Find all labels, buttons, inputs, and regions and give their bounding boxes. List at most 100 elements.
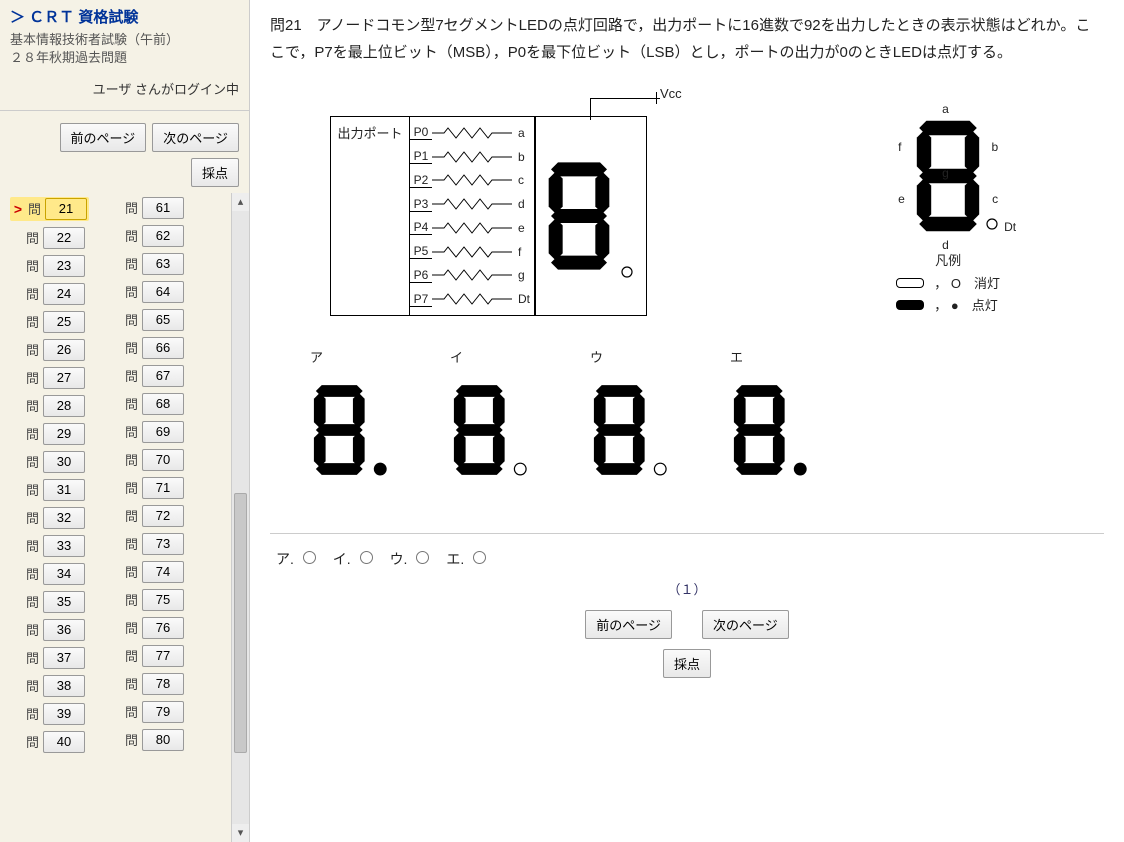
question-row-35[interactable]: 問35	[10, 591, 89, 613]
question-row-74[interactable]: 問74	[109, 561, 184, 583]
question-row-38[interactable]: 問38	[10, 675, 89, 697]
answer-radio-a[interactable]	[303, 551, 316, 564]
question-row-63[interactable]: 問63	[109, 253, 184, 275]
next-page-button-sidebar[interactable]: 次のページ	[152, 123, 239, 152]
answer-option-a[interactable]: ア.	[276, 551, 319, 567]
question-button-40[interactable]: 40	[43, 731, 85, 753]
question-row-33[interactable]: 問33	[10, 535, 89, 557]
question-row-62[interactable]: 問62	[109, 225, 184, 247]
question-button-70[interactable]: 70	[142, 449, 184, 471]
question-button-36[interactable]: 36	[43, 619, 85, 641]
dot-main	[622, 267, 632, 277]
question-button-72[interactable]: 72	[142, 505, 184, 527]
question-button-61[interactable]: 61	[142, 197, 184, 219]
question-row-39[interactable]: 問39	[10, 703, 89, 725]
question-button-78[interactable]: 78	[142, 673, 184, 695]
question-button-74[interactable]: 74	[142, 561, 184, 583]
question-button-27[interactable]: 27	[43, 367, 85, 389]
question-row-65[interactable]: 問65	[109, 309, 184, 331]
question-button-75[interactable]: 75	[142, 589, 184, 611]
question-row-31[interactable]: 問31	[10, 479, 89, 501]
question-button-31[interactable]: 31	[43, 479, 85, 501]
answer-option-u[interactable]: ウ.	[390, 551, 433, 567]
question-row-36[interactable]: 問36	[10, 619, 89, 641]
question-row-73[interactable]: 問73	[109, 533, 184, 555]
question-row-76[interactable]: 問76	[109, 617, 184, 639]
score-button-sidebar[interactable]: 採点	[191, 158, 239, 187]
question-button-65[interactable]: 65	[142, 309, 184, 331]
question-button-64[interactable]: 64	[142, 281, 184, 303]
question-button-39[interactable]: 39	[43, 703, 85, 725]
question-button-29[interactable]: 29	[43, 423, 85, 445]
prev-page-button-main[interactable]: 前のページ	[585, 610, 672, 639]
answer-option-e[interactable]: エ.	[446, 551, 489, 567]
question-button-22[interactable]: 22	[43, 227, 85, 249]
question-button-77[interactable]: 77	[142, 645, 184, 667]
question-row-40[interactable]: 問40	[10, 731, 89, 753]
question-row-72[interactable]: 問72	[109, 505, 184, 527]
question-row-22[interactable]: 問22	[10, 227, 89, 249]
question-row-77[interactable]: 問77	[109, 645, 184, 667]
answer-radio-e[interactable]	[473, 551, 486, 564]
question-row-80[interactable]: 問80	[109, 729, 184, 751]
question-row-28[interactable]: 問28	[10, 395, 89, 417]
question-row-79[interactable]: 問79	[109, 701, 184, 723]
question-row-75[interactable]: 問75	[109, 589, 184, 611]
answer-radio-i[interactable]	[360, 551, 373, 564]
next-page-button-main[interactable]: 次のページ	[702, 610, 789, 639]
question-button-79[interactable]: 79	[142, 701, 184, 723]
question-button-63[interactable]: 63	[142, 253, 184, 275]
question-button-71[interactable]: 71	[142, 477, 184, 499]
question-row-30[interactable]: 問30	[10, 451, 89, 473]
question-row-29[interactable]: 問29	[10, 423, 89, 445]
question-button-30[interactable]: 30	[43, 451, 85, 473]
question-row-61[interactable]: 問61	[109, 197, 184, 219]
question-button-73[interactable]: 73	[142, 533, 184, 555]
question-button-28[interactable]: 28	[43, 395, 85, 417]
question-row-26[interactable]: 問26	[10, 339, 89, 361]
question-row-67[interactable]: 問67	[109, 365, 184, 387]
question-row-24[interactable]: 問24	[10, 283, 89, 305]
question-row-25[interactable]: 問25	[10, 311, 89, 333]
question-row-69[interactable]: 問69	[109, 421, 184, 443]
score-button-main[interactable]: 採点	[663, 649, 711, 678]
question-button-21[interactable]: 21	[45, 198, 87, 220]
question-button-68[interactable]: 68	[142, 393, 184, 415]
question-button-26[interactable]: 26	[43, 339, 85, 361]
scroll-up-icon[interactable]: ▴	[232, 193, 249, 211]
question-button-25[interactable]: 25	[43, 311, 85, 333]
question-button-33[interactable]: 33	[43, 535, 85, 557]
question-button-34[interactable]: 34	[43, 563, 85, 585]
question-row-27[interactable]: 問27	[10, 367, 89, 389]
question-button-80[interactable]: 80	[142, 729, 184, 751]
question-row-68[interactable]: 問68	[109, 393, 184, 415]
question-row-23[interactable]: 問23	[10, 255, 89, 277]
question-button-32[interactable]: 32	[43, 507, 85, 529]
prev-page-button-sidebar[interactable]: 前のページ	[60, 123, 147, 152]
question-row-66[interactable]: 問66	[109, 337, 184, 359]
answer-option-i[interactable]: イ.	[333, 551, 376, 567]
question-button-24[interactable]: 24	[43, 283, 85, 305]
question-row-78[interactable]: 問78	[109, 673, 184, 695]
scroll-down-icon[interactable]: ▾	[232, 824, 249, 842]
question-button-37[interactable]: 37	[43, 647, 85, 669]
question-button-35[interactable]: 35	[43, 591, 85, 613]
question-row-37[interactable]: 問37	[10, 647, 89, 669]
question-button-67[interactable]: 67	[142, 365, 184, 387]
question-button-38[interactable]: 38	[43, 675, 85, 697]
question-button-69[interactable]: 69	[142, 421, 184, 443]
scrollbar[interactable]: ▴ ▾	[231, 193, 249, 842]
question-row-64[interactable]: 問64	[109, 281, 184, 303]
question-row-21[interactable]: >問21	[10, 197, 89, 221]
scroll-thumb[interactable]	[234, 493, 247, 753]
question-row-32[interactable]: 問32	[10, 507, 89, 529]
question-button-23[interactable]: 23	[43, 255, 85, 277]
question-button-66[interactable]: 66	[142, 337, 184, 359]
question-row-71[interactable]: 問71	[109, 477, 184, 499]
answer-radio-u[interactable]	[416, 551, 429, 564]
resistor-icon	[432, 268, 512, 282]
question-row-34[interactable]: 問34	[10, 563, 89, 585]
question-row-70[interactable]: 問70	[109, 449, 184, 471]
question-button-62[interactable]: 62	[142, 225, 184, 247]
question-button-76[interactable]: 76	[142, 617, 184, 639]
